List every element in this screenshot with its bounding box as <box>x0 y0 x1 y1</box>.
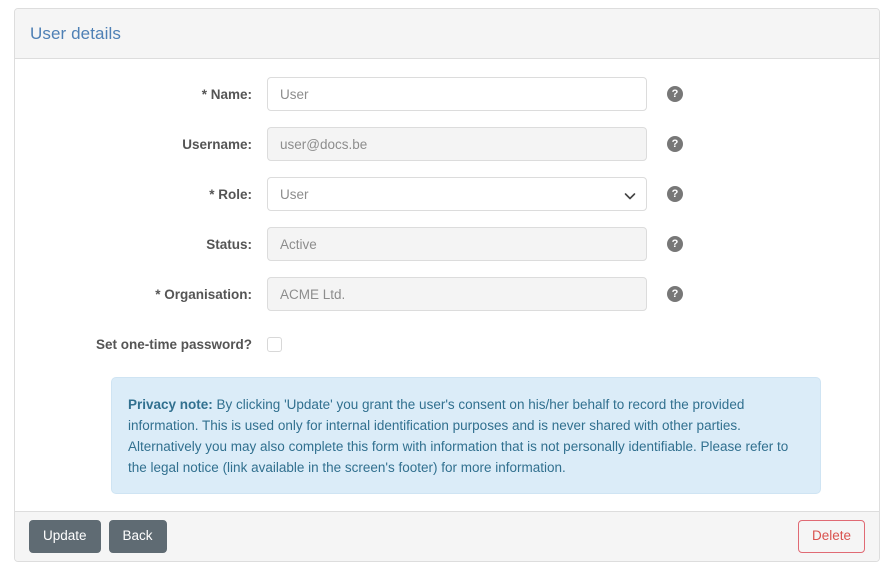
field-wrap-one-time-password <box>267 336 647 352</box>
label-status: Status: <box>206 236 252 252</box>
privacy-note: Privacy note: By clicking 'Update' you g… <box>111 377 821 494</box>
role-select[interactable]: User <box>267 177 647 211</box>
label-organisation: * Organisation: <box>155 286 252 302</box>
form-row-one-time-password: Set one-time password? <box>15 327 879 361</box>
organisation-input <box>267 277 647 311</box>
user-details-panel: User details * Name: ? Username: ? * Rol… <box>14 8 880 562</box>
back-button[interactable]: Back <box>108 520 167 553</box>
field-wrap-username <box>267 127 647 161</box>
page-title: User details <box>30 23 121 43</box>
one-time-password-checkbox[interactable] <box>267 336 282 352</box>
label-role: * Role: <box>209 186 252 202</box>
form-row-role: * Role: User ? <box>15 177 879 211</box>
help-icon-username[interactable]: ? <box>667 136 683 152</box>
form-row-name: * Name: ? <box>15 77 879 111</box>
help-icon-role[interactable]: ? <box>667 186 683 202</box>
field-wrap-organisation <box>267 277 647 311</box>
privacy-note-heading: Privacy note: <box>128 397 213 412</box>
label-username: Username: <box>182 136 252 152</box>
field-wrap-role: User <box>267 177 647 211</box>
help-icon-organisation[interactable]: ? <box>667 286 683 302</box>
field-wrap-name <box>267 77 647 111</box>
status-input <box>267 227 647 261</box>
form-row-status: Status: ? <box>15 227 879 261</box>
name-input[interactable] <box>267 77 647 111</box>
field-wrap-status <box>267 227 647 261</box>
panel-body: * Name: ? Username: ? * Role: User <box>15 59 879 512</box>
update-button[interactable]: Update <box>29 520 101 553</box>
delete-button[interactable]: Delete <box>797 520 865 553</box>
help-icon-name[interactable]: ? <box>667 86 683 102</box>
form-row-username: Username: ? <box>15 127 879 161</box>
panel-header: User details <box>15 9 879 59</box>
form-row-organisation: * Organisation: ? <box>15 277 879 311</box>
username-input <box>267 127 647 161</box>
privacy-note-text: By clicking 'Update' you grant the user'… <box>128 397 789 475</box>
label-name: * Name: <box>201 86 252 102</box>
panel-footer: Update Back Delete <box>15 511 879 561</box>
help-icon-status[interactable]: ? <box>667 236 683 252</box>
label-one-time-password: Set one-time password? <box>95 336 252 352</box>
